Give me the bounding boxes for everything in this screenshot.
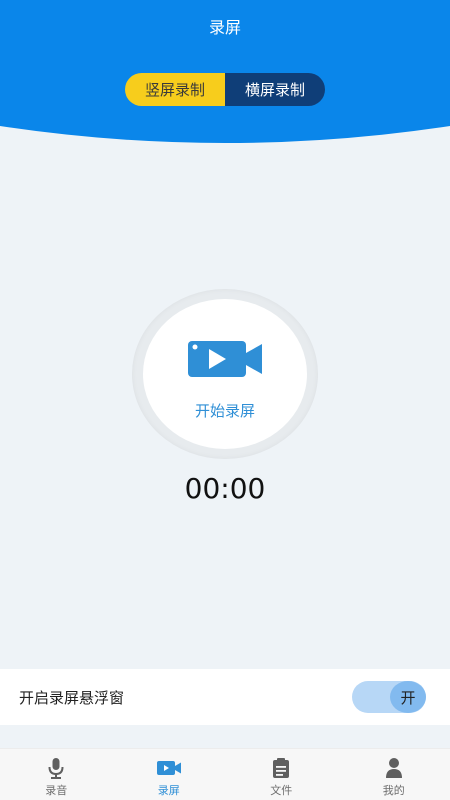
bottom-tab-bar: 录音 录屏 文件 我的 [0, 748, 450, 800]
floating-window-label: 开启录屏悬浮窗 [19, 689, 125, 707]
tab-screen-record[interactable]: 录屏 [113, 749, 226, 800]
toggle-knob: 开 [390, 681, 426, 713]
tab-mine[interactable]: 我的 [338, 749, 450, 800]
user-icon [385, 758, 402, 778]
floating-window-row: 开启录屏悬浮窗 开 [0, 669, 450, 725]
video-camera-icon [156, 761, 181, 775]
record-timer: 00:00 [184, 472, 266, 505]
page-title: 录屏 [208, 18, 241, 37]
tab-label: 录屏 [157, 784, 180, 797]
start-record-button[interactable]: 开始录屏 [143, 299, 307, 449]
tab-files[interactable]: 文件 [225, 749, 338, 800]
header: 录屏 竖屏录制 横屏录制 [0, 0, 450, 150]
tab-landscape-record[interactable]: 横屏录制 [225, 73, 325, 106]
tab-label: 我的 [382, 784, 405, 797]
tab-portrait-record[interactable]: 竖屏录制 [125, 73, 225, 106]
tab-label: 文件 [270, 784, 293, 797]
orientation-switch: 竖屏录制 横屏录制 [125, 73, 325, 106]
microphone-icon [48, 758, 64, 779]
start-record-label: 开始录屏 [194, 402, 255, 420]
floating-window-toggle[interactable]: 开 [352, 681, 426, 713]
clipboard-icon [273, 758, 290, 778]
tab-audio[interactable]: 录音 [0, 749, 113, 800]
tab-label: 录音 [45, 784, 68, 797]
video-camera-icon [188, 341, 262, 377]
